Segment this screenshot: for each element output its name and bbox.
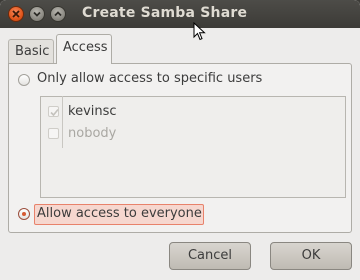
cancel-button[interactable]: Cancel <box>169 242 251 270</box>
everyone-label[interactable]: Allow access to everyone <box>37 206 202 221</box>
user-list-column-divider <box>62 96 63 148</box>
checkmark-icon <box>50 108 59 117</box>
dialog-window: Create Samba Share Basic Access Only all… <box>0 0 360 280</box>
tab-basic[interactable]: Basic <box>8 39 54 63</box>
maximize-icon <box>54 11 62 17</box>
ok-button[interactable]: OK <box>270 242 352 270</box>
close-icon <box>12 10 20 18</box>
tab-basic-label: Basic <box>15 44 50 59</box>
tab-access-label: Access <box>63 40 108 55</box>
everyone-radio[interactable] <box>18 208 30 220</box>
user-checkbox-kevinsc <box>48 106 59 117</box>
user-name-nobody: nobody <box>68 126 117 141</box>
specific-users-radio[interactable] <box>18 74 30 86</box>
tab-access[interactable]: Access <box>56 34 112 64</box>
close-button[interactable] <box>8 6 24 22</box>
specific-users-label[interactable]: Only allow access to specific users <box>37 71 262 86</box>
minimize-icon <box>33 11 41 17</box>
titlebar[interactable]: Create Samba Share <box>0 0 360 28</box>
minimize-button[interactable] <box>29 6 45 22</box>
user-name-kevinsc: kevinsc <box>68 104 117 119</box>
window-title: Create Samba Share <box>82 5 248 21</box>
user-checkbox-nobody <box>48 128 59 139</box>
maximize-button[interactable] <box>50 6 66 22</box>
mouse-pointer-icon <box>193 22 206 41</box>
